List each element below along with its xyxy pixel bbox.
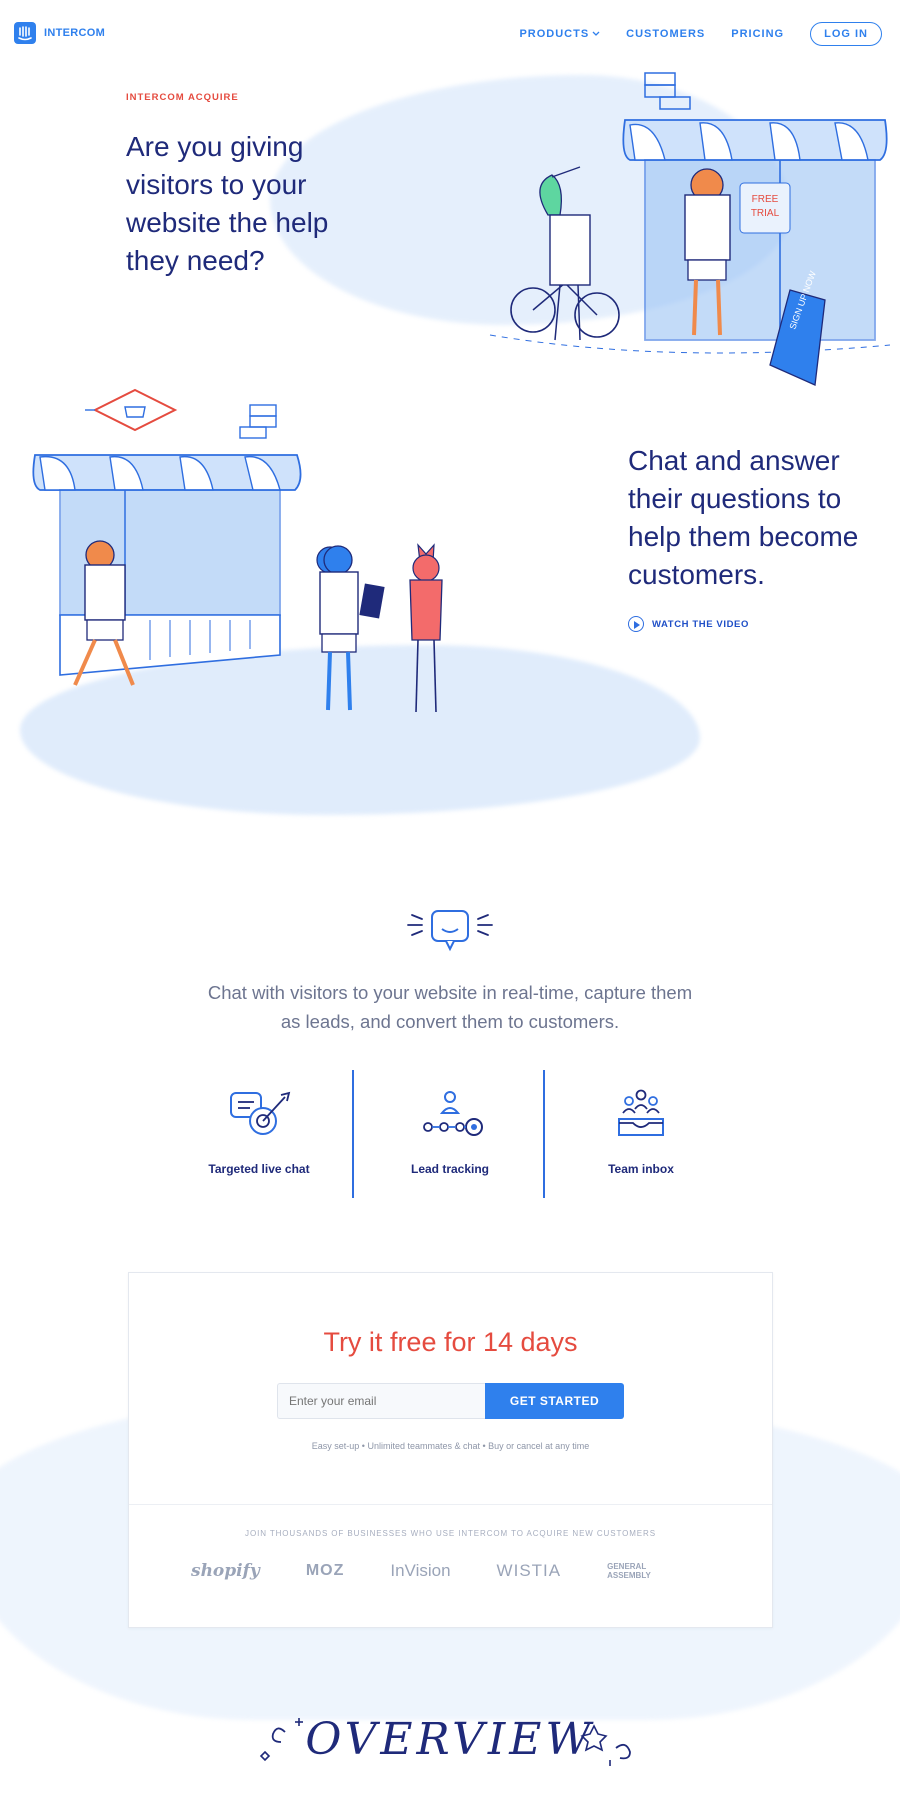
feature-targeted-live-chat: Targeted live chat	[184, 1085, 334, 1176]
nav-customers[interactable]: CUSTOMERS	[626, 28, 705, 40]
free-trial-sign: FREE	[752, 194, 779, 205]
wistia-logo: WISTIA	[496, 1561, 562, 1580]
general-assembly-logo: GENERAL ASSEMBLY	[607, 1562, 651, 1580]
hero-eyebrow: INTERCOM ACQUIRE	[126, 92, 239, 103]
signup-title: Try it free for 14 days	[323, 1327, 578, 1357]
feature-label: Team inbox	[608, 1162, 674, 1176]
divider	[352, 1070, 354, 1198]
chat-target-icon	[230, 1091, 291, 1135]
intercom-logo[interactable]: INTERCOM	[14, 22, 105, 44]
feature-lead-tracking: Lead tracking	[375, 1085, 525, 1176]
storefront-illustration: FREE TRIAL SIGN UP NOW	[489, 72, 890, 386]
divider	[543, 1070, 545, 1198]
nav-pricing[interactable]: PRICING	[731, 28, 784, 40]
watch-video-label: WATCH THE VIDEO	[652, 618, 749, 630]
sparkle-right-icon	[580, 1724, 631, 1766]
hero-subtitle: Chat and answer their questions to help …	[628, 445, 859, 590]
lead-tracking-icon	[423, 1091, 483, 1136]
email-input[interactable]	[277, 1383, 485, 1419]
logo-text: INTERCOM	[44, 27, 106, 39]
nav-products-label: PRODUCTS	[519, 28, 590, 40]
invision-logo: InVision	[390, 1561, 451, 1580]
chevron-down-icon	[592, 31, 600, 36]
feature-label: Lead tracking	[410, 1162, 490, 1176]
chat-bubble-icon	[407, 910, 493, 952]
join-text: JOIN THOUSANDS OF BUSINESSES WHO USE INT…	[245, 1529, 656, 1538]
hero-title: Are you giving visitors to your website …	[126, 131, 329, 276]
nav-products[interactable]: PRODUCTS	[519, 28, 600, 40]
feature-team-inbox: Team inbox	[566, 1085, 716, 1176]
moz-logo: MOZ	[305, 1562, 345, 1579]
login-button[interactable]: LOG IN	[810, 22, 882, 46]
overview-heading: OVERVIEW	[305, 1714, 595, 1765]
intercom-logo-icon	[14, 22, 36, 44]
features-intro: Chat with visitors to your website in re…	[207, 982, 693, 1032]
customer-logos: shopify MOZ InVision WISTIA GENERAL ASSE…	[191, 1561, 663, 1581]
shopify-logo: shopify	[191, 1561, 260, 1581]
svg-text:TRIAL: TRIAL	[751, 208, 780, 219]
watch-video-link[interactable]: WATCH THE VIDEO	[628, 616, 749, 632]
card-divider	[129, 1504, 772, 1505]
feature-label: Targeted live chat	[208, 1162, 310, 1176]
top-nav: PRODUCTS CUSTOMERS PRICING LOG IN	[519, 22, 882, 46]
signup-bullets: Easy set-up • Unlimited teammates & chat…	[311, 1441, 590, 1451]
signup-form: GET STARTED	[277, 1383, 624, 1419]
characters-illustration	[319, 543, 443, 713]
play-icon	[628, 616, 644, 632]
get-started-button[interactable]: GET STARTED	[485, 1383, 624, 1419]
team-inbox-icon	[618, 1089, 664, 1136]
signup-card: Try it free for 14 days GET STARTED Easy…	[128, 1272, 773, 1628]
